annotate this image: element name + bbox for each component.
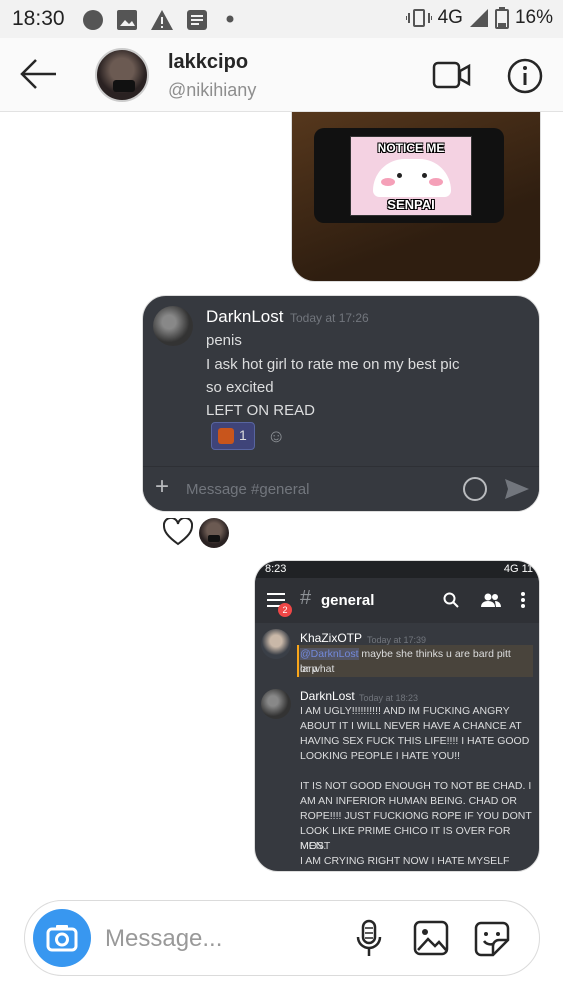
photo-message[interactable]: NOTICE ME SENPAI — [291, 112, 541, 282]
status-time: 18:30 — [12, 7, 65, 30]
message-feed[interactable]: NOTICE ME SENPAI DarknLost Today at 17:2… — [0, 112, 563, 892]
msg-text: @DarknLost maybe she thinks u are bard p… — [300, 648, 511, 675]
inner-status-time: 8:23 — [265, 563, 287, 575]
msg-line: I AM UGLY!!!!!!!!!! AND IM FUCKING ANGRY — [300, 705, 510, 717]
reaction-chip: 1 — [211, 422, 255, 450]
msg-line: MEN. — [300, 840, 327, 852]
warning-icon — [151, 10, 173, 30]
message-composer — [24, 900, 540, 976]
inner-status-right: 4G 11 — [503, 563, 533, 575]
inner-channel-bar: 2 # general — [255, 578, 539, 623]
emoji-icon — [463, 477, 487, 501]
msg-line: IT IS NOT GOOD ENOUGH TO NOT BE CHAD. I — [300, 780, 532, 792]
gallery-icon[interactable] — [413, 920, 449, 956]
message-notif-icon — [187, 10, 207, 30]
msg-line: ABOUT IT I WILL NEVER HAVE A CHANCE AT — [300, 720, 522, 732]
header-handle: @nikihiany — [168, 80, 257, 100]
discord-avatar — [153, 306, 193, 346]
msg-line: AM AN INFERIOR HUMAN BEING. CHAD OR — [300, 795, 518, 807]
back-arrow-icon[interactable] — [18, 56, 58, 92]
meme-bottom-text: SENPAI — [387, 197, 435, 212]
msg-line: HAVING SEX FUCK THIS LIFE!!!! I HATE GOO… — [300, 735, 530, 747]
status-right: 4G 16% — [405, 7, 553, 29]
meme-blob — [373, 159, 451, 197]
discord-input-placeholder: Message #general — [186, 481, 310, 498]
mention: @DarknLost — [300, 648, 359, 660]
msg-author: DarknLost — [300, 689, 355, 703]
discord-line: LEFT ON READ — [206, 402, 315, 419]
author-avatar — [261, 629, 291, 659]
discord-screenshot-message-2[interactable]: 8:23 4G 11 2 # general KhaZixOTP Today a… — [254, 560, 540, 872]
network-label: 4G — [437, 7, 463, 28]
avatar[interactable] — [95, 48, 149, 102]
notif-badge: 2 — [278, 603, 292, 617]
heart-icon[interactable] — [163, 518, 193, 546]
header-username[interactable]: lakkcipo — [168, 51, 248, 74]
sticker-icon[interactable] — [473, 920, 511, 958]
discord-time: Today at 17:26 — [290, 311, 369, 325]
msg-author: KhaZixOTP — [300, 631, 363, 645]
status-bar: 18:30 4G 16% — [0, 0, 563, 38]
chat-header: lakkcipo @nikihiany — [0, 38, 563, 112]
vibrate-icon — [405, 9, 432, 27]
msg-text: or what — [300, 663, 335, 675]
notification-dot-icon — [83, 10, 103, 30]
more-dot-icon — [226, 15, 234, 23]
reaction-count: 1 — [239, 427, 247, 443]
discord-line: so excited — [206, 379, 274, 396]
plus-icon: + — [155, 473, 170, 500]
discord-screenshot-message[interactable]: DarknLost Today at 17:26 penis I ask hot… — [142, 295, 540, 512]
microphone-icon[interactable] — [355, 919, 383, 959]
battery-label: 16% — [514, 7, 553, 28]
msg-time: Today at 17:39 — [367, 635, 427, 645]
video-call-icon[interactable] — [432, 60, 472, 90]
inner-status-bar: 8:23 4G 11 — [255, 561, 539, 578]
msg-time: Today at 18:23 — [359, 693, 419, 703]
image-notif-icon — [117, 10, 137, 30]
msg-line: ROPE!!!! JUST FUCKIONG ROPE IF YOU DONT — [300, 810, 532, 822]
discord-line: I ask hot girl to rate me on my best pic — [206, 356, 460, 373]
message-input[interactable] — [105, 921, 335, 957]
phone-photo: NOTICE ME SENPAI — [314, 128, 504, 223]
signal-icon — [469, 9, 488, 27]
msg-line: LOOK LIKE PRIME CHICO IT IS OVER FOR MOS… — [300, 825, 511, 852]
discord-author: DarknLost — [206, 307, 284, 326]
camera-button[interactable] — [33, 909, 91, 967]
reaction-emoji-icon — [218, 428, 234, 444]
search-icon — [443, 592, 459, 608]
info-icon[interactable] — [507, 58, 543, 94]
send-icon — [505, 479, 529, 499]
meme-top-text: NOTICE ME — [377, 141, 445, 155]
hash-icon: # — [300, 587, 312, 609]
members-icon — [481, 593, 501, 607]
discord-line: penis — [206, 332, 242, 349]
camera-icon — [46, 925, 78, 952]
add-reaction-icon: ☺ — [267, 426, 286, 446]
msg-line: LOOKING PEOPLE I HATE YOU!! — [300, 750, 461, 762]
more-icon — [521, 592, 525, 608]
reactor-avatar[interactable] — [199, 518, 229, 548]
discord-input-bar: + Message #general — [143, 467, 539, 511]
msg-line: I AM CRYING RIGHT NOW I HATE MYSELF — [300, 855, 510, 867]
battery-icon — [494, 7, 509, 29]
author-avatar — [261, 689, 291, 719]
channel-name: general — [321, 592, 375, 609]
phone-screen: NOTICE ME SENPAI — [350, 136, 472, 216]
